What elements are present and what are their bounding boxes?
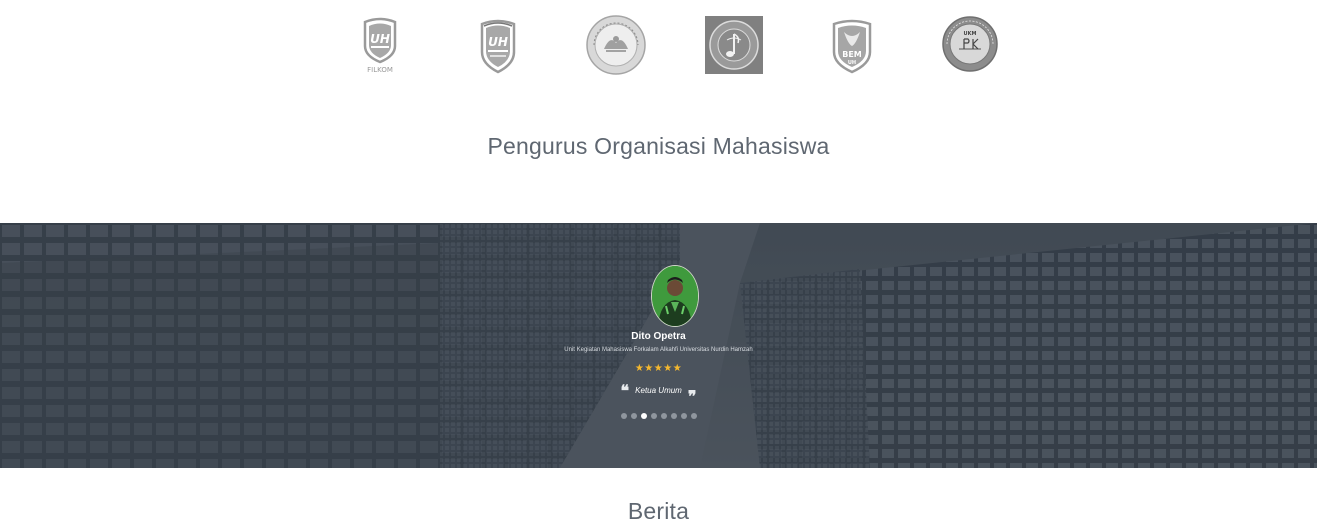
svg-text:UH: UH	[488, 35, 508, 49]
quote-open-icon: ❝	[620, 381, 630, 400]
logo-label: UKM	[964, 31, 977, 37]
bem-uh-logo[interactable]: BEM UH	[830, 18, 874, 74]
svg-text:UH: UH	[370, 32, 390, 46]
carousel-pagination	[0, 413, 1317, 419]
carousel-dot[interactable]	[690, 413, 697, 419]
section-title-pengurus: Pengurus Organisasi Mahasiswa	[487, 133, 830, 159]
carousel-dot[interactable]	[650, 413, 657, 419]
carousel-dot[interactable]	[670, 413, 677, 419]
ukm-jpk-seal-logo[interactable]: UKM	[941, 15, 999, 73]
testimonial-quote: ❝ Ketua Umum ❞	[0, 383, 1317, 405]
rating-stars: ★★★★★	[634, 363, 683, 374]
testimonial-banner: Dito Opetra Unit Kegiatan Mahasiswa Fork…	[0, 223, 1317, 468]
logo-label: FILKOM	[367, 66, 393, 74]
section-title-berita: Berita	[627, 498, 690, 524]
ukm-circle-seal-logo[interactable]	[586, 15, 646, 75]
avatar	[651, 265, 699, 327]
carousel-dot[interactable]	[680, 413, 687, 419]
uh-unit-logo[interactable]: UH	[476, 18, 520, 74]
carousel-dot[interactable]	[620, 413, 627, 419]
carousel-dot[interactable]	[640, 413, 647, 419]
ukm-music-seal-logo[interactable]	[705, 16, 763, 74]
carousel-dot[interactable]	[630, 413, 637, 419]
carousel-dot[interactable]	[660, 413, 667, 419]
logo-label: BEM	[842, 50, 862, 59]
quote-text: Ketua Umum	[635, 386, 682, 395]
person-organization: Unit Kegiatan Mahasiswa Forkalam Alkahfi…	[564, 347, 753, 353]
quote-close-icon: ❞	[687, 387, 697, 406]
partner-logo-strip: UH FILKOM UH BEM UH UKM	[0, 0, 1317, 90]
uh-filkom-logo[interactable]: UH FILKOM	[360, 16, 400, 76]
testimonial-slide: Dito Opetra Unit Kegiatan Mahasiswa Fork…	[0, 223, 1317, 468]
person-name: Dito Opetra	[631, 331, 686, 342]
svg-text:UH: UH	[848, 60, 856, 66]
